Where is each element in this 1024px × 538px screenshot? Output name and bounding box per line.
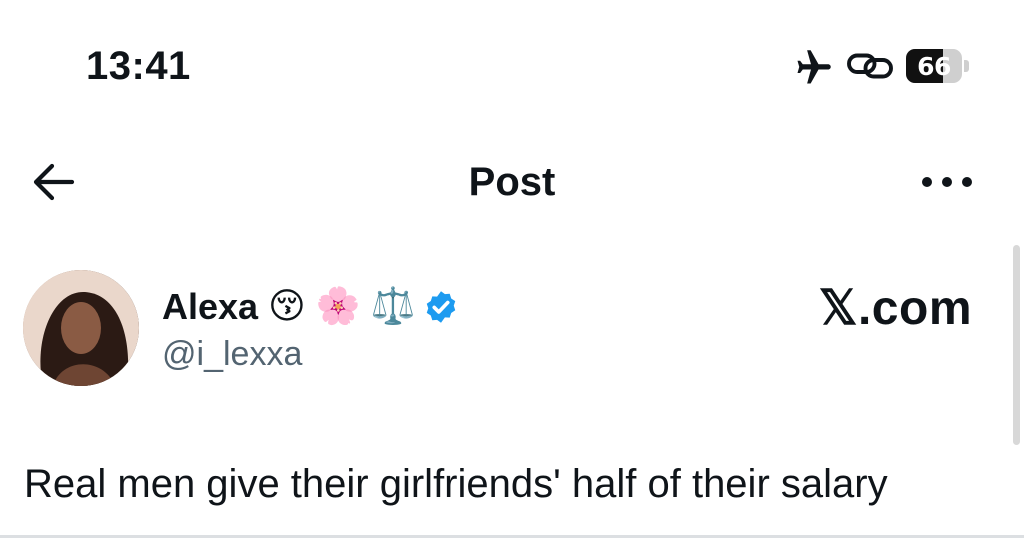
back-arrow-icon[interactable] bbox=[28, 160, 78, 204]
avatar-image bbox=[23, 270, 139, 386]
emoji-scales: ⚖️ bbox=[370, 286, 416, 327]
emoji-blossom: 🌸 bbox=[315, 286, 361, 327]
display-name-row: Alexa 😚 🌸 ⚖️ bbox=[162, 282, 459, 332]
more-options-icon[interactable] bbox=[916, 168, 978, 196]
brand-watermark: 𝕏.com bbox=[818, 282, 972, 335]
user-handle[interactable]: @i_lexxa bbox=[162, 334, 302, 374]
post-text: Real men give their girlfriends' half of… bbox=[24, 462, 888, 506]
battery-nub bbox=[964, 60, 969, 72]
display-name[interactable]: Alexa bbox=[162, 285, 258, 329]
airplane-mode-icon bbox=[797, 50, 831, 84]
status-icons: 66 bbox=[794, 44, 969, 88]
avatar[interactable] bbox=[23, 270, 139, 386]
scrollbar[interactable] bbox=[1013, 245, 1020, 445]
status-time: 13:41 bbox=[86, 44, 191, 88]
battery-indicator: 66 bbox=[906, 49, 962, 83]
battery-level: 66 bbox=[917, 51, 951, 81]
verified-badge-icon bbox=[427, 291, 456, 323]
link-icon bbox=[847, 53, 893, 79]
page-title: Post bbox=[468, 160, 556, 204]
emoji-kissing: 😚 bbox=[268, 286, 306, 327]
